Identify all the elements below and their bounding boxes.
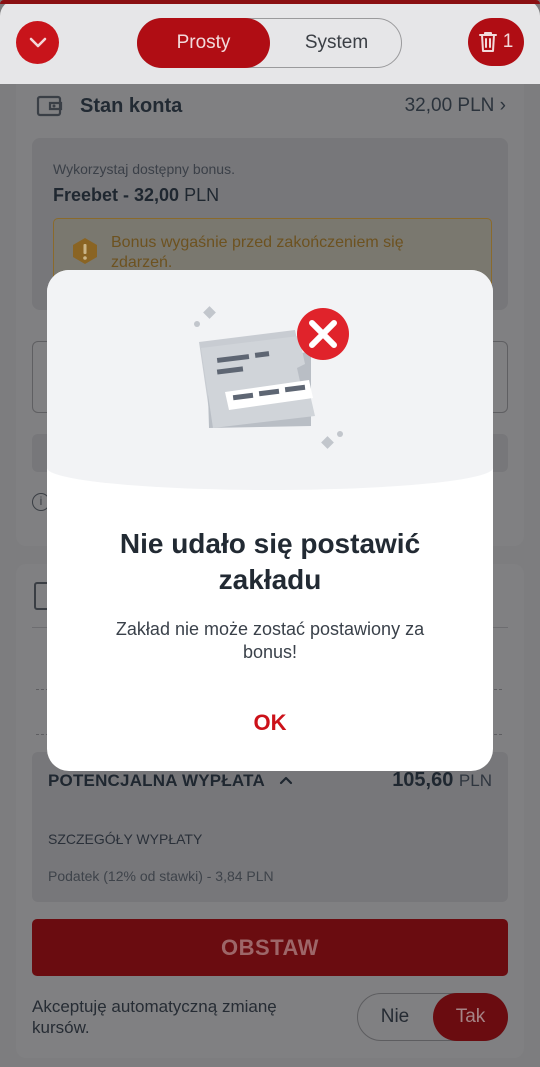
chevron-up-icon[interactable] xyxy=(279,772,293,788)
bonus-warning-text: Bonus wygaśnie przed zakończeniem się zd… xyxy=(111,234,404,271)
dialog-message: Zakład nie może zostać postawiony za bon… xyxy=(115,619,425,662)
betslip-count: 1 xyxy=(502,31,514,52)
toggle-no[interactable]: Nie xyxy=(358,994,432,1039)
payout-details-title: SZCZEGÓŁY WYPŁATY xyxy=(48,831,203,847)
accept-odds-change-label: Akceptuję automatyczną zmianę kursów. xyxy=(32,997,277,1037)
balance-label: Stan konta xyxy=(80,95,183,117)
tab-prosty[interactable]: Prosty xyxy=(137,18,270,68)
error-dialog: Nie udało się postawić zakładu Zakład ni… xyxy=(47,270,493,771)
warning-icon xyxy=(73,238,97,264)
bonus-hint: Wykorzystaj dostępny bonus. xyxy=(53,161,235,177)
accept-odds-toggle: Nie Tak xyxy=(357,993,508,1041)
clear-betslip-button[interactable]: 1 xyxy=(468,18,524,66)
balance-value: 32,00 PLN › xyxy=(404,95,506,116)
wallet-icon xyxy=(36,95,63,117)
account-balance-row[interactable]: Stan konta 32,00 PLN › xyxy=(36,92,506,122)
dialog-title: Nie udało się postawić zakładu xyxy=(119,528,421,595)
potential-payout-value: 105,60 PLN xyxy=(392,769,492,791)
chevron-right-icon: › xyxy=(499,95,506,116)
trash-icon xyxy=(478,32,497,52)
place-bet-button[interactable]: OBSTAW xyxy=(32,919,508,976)
potential-payout-label[interactable]: POTENCJALNA WYPŁATA xyxy=(48,771,265,791)
bonus-name[interactable]: Freebet - 32,00 PLN xyxy=(53,185,219,206)
tab-system[interactable]: System xyxy=(271,19,402,67)
ok-button[interactable]: OK xyxy=(220,703,320,743)
betslip-header: Prosty System 1 xyxy=(0,0,540,84)
bet-type-switch: Prosty System xyxy=(137,18,402,68)
toggle-yes[interactable]: Tak xyxy=(433,993,508,1041)
chevron-down-icon xyxy=(29,37,46,47)
collapse-betslip-button[interactable] xyxy=(16,21,59,64)
tax-line: Podatek (12% od stawki) - 3,84 PLN xyxy=(48,868,274,884)
failed-ticket-icon xyxy=(194,306,349,449)
